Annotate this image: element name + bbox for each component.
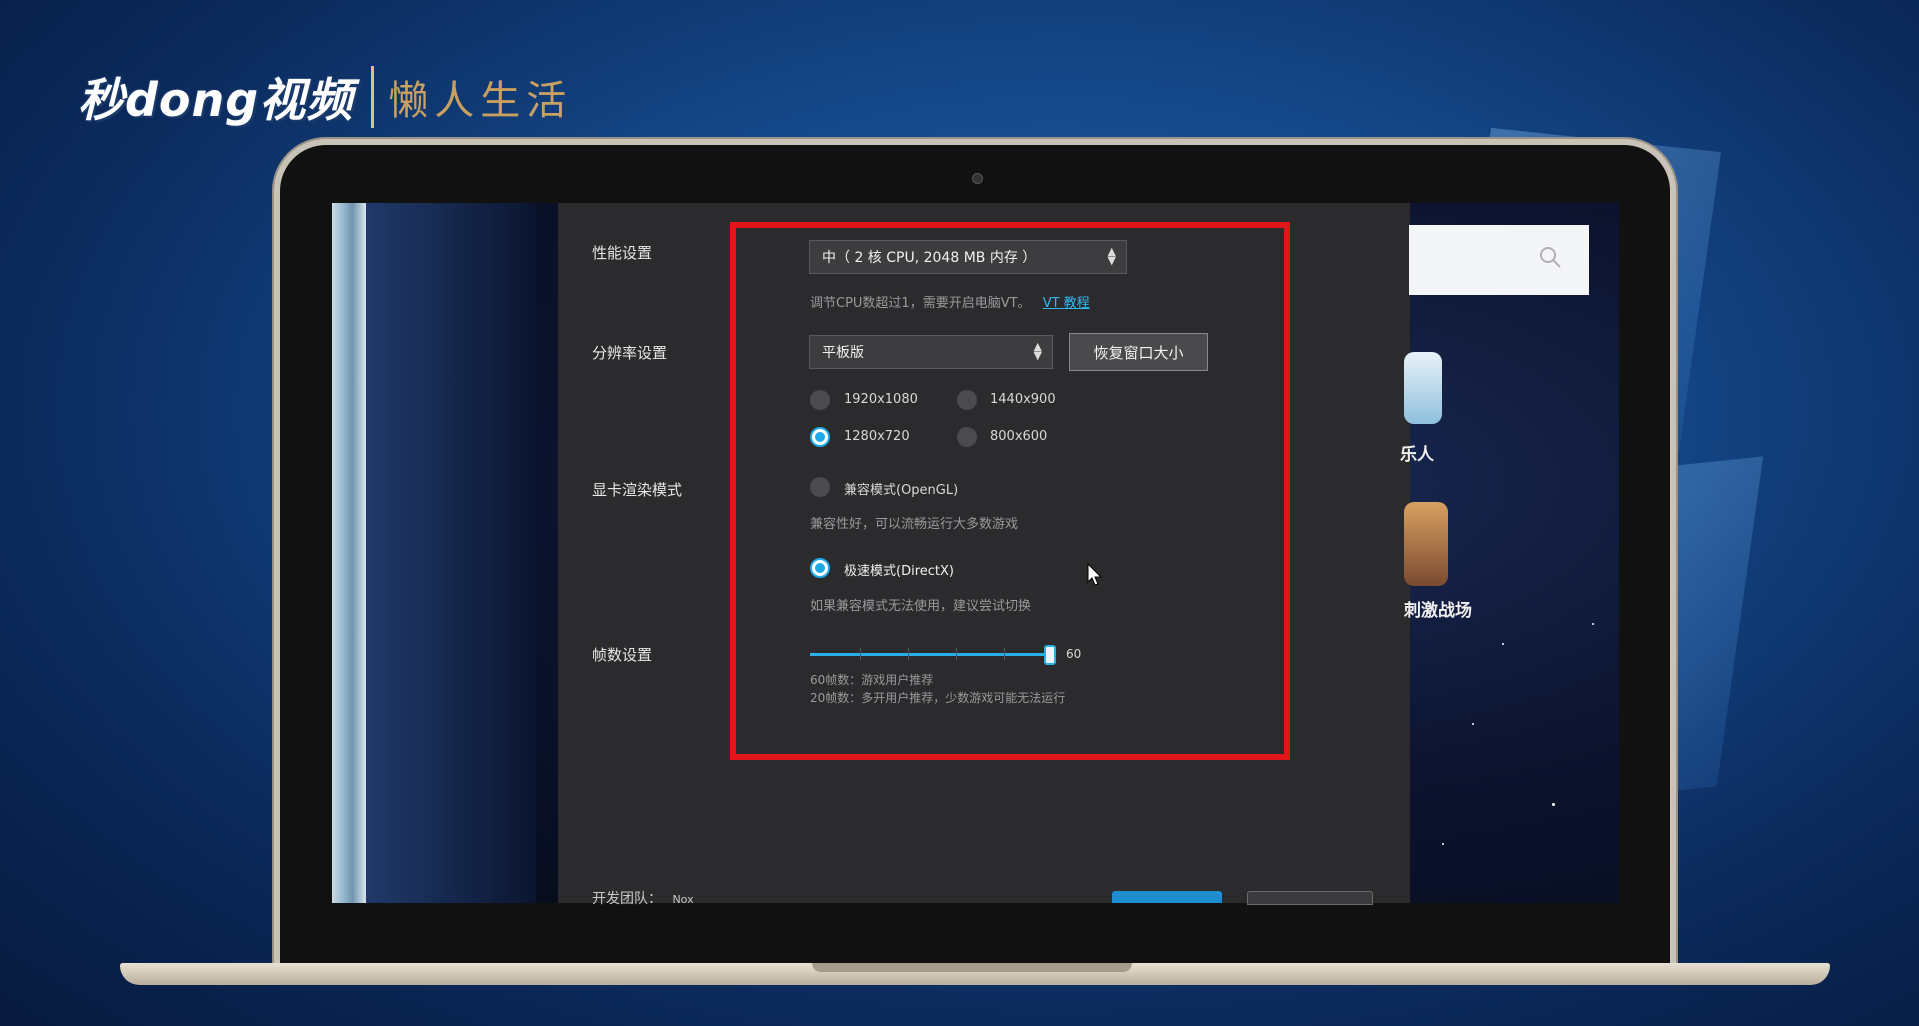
footer-save-button[interactable] — [1112, 891, 1222, 903]
star — [1592, 623, 1594, 625]
background-search-box[interactable] — [1409, 225, 1589, 295]
render-mode-label: 显卡渲染模式 — [592, 481, 683, 499]
highlight-box — [730, 222, 1290, 760]
performance-label: 性能设置 — [592, 244, 653, 262]
background-emulator-panel — [366, 203, 536, 903]
mouse-cursor-icon — [1087, 563, 1103, 586]
app1-icon[interactable] — [1404, 352, 1442, 424]
app2-icon[interactable] — [1404, 502, 1448, 586]
star — [1442, 843, 1444, 845]
developer-team-label: 开发团队： — [592, 891, 662, 907]
watermark-logo: 秒dong视频 懒人生活 — [78, 62, 572, 132]
laptop-base-notch — [812, 963, 1132, 972]
watermark-sub: 懒人生活 — [388, 78, 573, 124]
star — [1502, 643, 1504, 645]
developer-team: 开发团队： Nox — [592, 888, 694, 908]
background-wallpaper-strip — [332, 203, 366, 903]
footer-cancel-button[interactable] — [1247, 891, 1373, 905]
resolution-label: 分辨率设置 — [592, 344, 668, 362]
fps-label: 帧数设置 — [592, 646, 653, 664]
webcam-icon — [972, 173, 983, 184]
developer-team-value: Nox — [672, 893, 694, 906]
watermark-separator — [371, 66, 375, 128]
star — [1472, 723, 1474, 725]
search-icon — [1540, 247, 1561, 268]
app1-label: 乐人 — [1400, 445, 1434, 465]
star — [1552, 803, 1555, 806]
app2-label: 刺激战场 — [1404, 601, 1472, 621]
watermark-brand: 秒dong视频 — [78, 73, 354, 127]
